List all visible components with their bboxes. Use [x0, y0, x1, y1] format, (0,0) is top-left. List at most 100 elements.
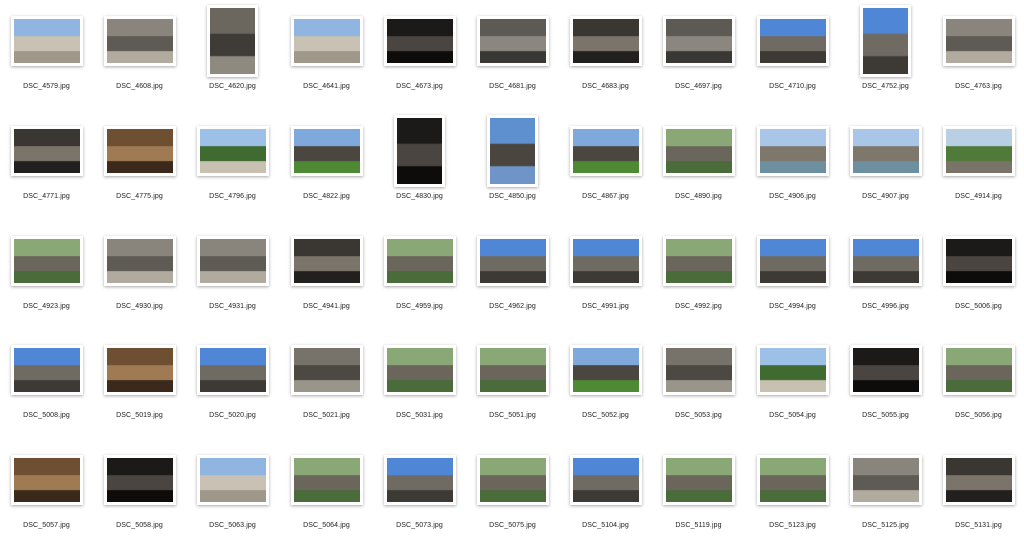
file-item[interactable]: DSC_5125.jpg [839, 439, 932, 543]
file-item[interactable]: DSC_5104.jpg [559, 439, 652, 543]
image-thumbnail[interactable] [569, 455, 642, 505]
file-item[interactable]: DSC_4931.jpg [186, 220, 279, 328]
file-item[interactable]: DSC_4941.jpg [280, 220, 373, 328]
image-thumbnail[interactable] [662, 126, 735, 176]
file-item[interactable]: DSC_4683.jpg [559, 0, 652, 108]
file-item[interactable]: DSC_4608.jpg [93, 0, 186, 108]
image-thumbnail[interactable] [662, 455, 735, 505]
file-item[interactable]: DSC_5064.jpg [280, 439, 373, 543]
image-thumbnail[interactable] [290, 455, 363, 505]
image-thumbnail[interactable] [290, 345, 363, 395]
image-thumbnail[interactable] [383, 236, 456, 286]
image-thumbnail[interactable] [103, 236, 176, 286]
image-thumbnail[interactable] [942, 455, 1015, 505]
file-item[interactable]: DSC_5075.jpg [466, 439, 559, 543]
file-item[interactable]: DSC_5031.jpg [373, 329, 466, 437]
image-thumbnail[interactable] [569, 126, 642, 176]
file-item[interactable]: DSC_4579.jpg [0, 0, 93, 108]
image-thumbnail[interactable] [196, 126, 269, 176]
image-thumbnail[interactable] [849, 345, 922, 395]
file-item[interactable]: DSC_5055.jpg [839, 329, 932, 437]
file-item[interactable]: DSC_4914.jpg [932, 110, 1024, 218]
file-item[interactable]: DSC_4620.jpg [186, 0, 279, 108]
file-item[interactable]: DSC_4771.jpg [0, 110, 93, 218]
file-item[interactable]: DSC_4996.jpg [839, 220, 932, 328]
image-thumbnail[interactable] [10, 16, 83, 66]
image-thumbnail[interactable] [196, 455, 269, 505]
image-thumbnail[interactable] [860, 5, 911, 77]
image-thumbnail[interactable] [476, 345, 549, 395]
file-item[interactable]: DSC_5056.jpg [932, 329, 1024, 437]
file-item[interactable]: DSC_5052.jpg [559, 329, 652, 437]
file-item[interactable]: DSC_5073.jpg [373, 439, 466, 543]
file-item[interactable]: DSC_4906.jpg [746, 110, 839, 218]
file-item[interactable]: DSC_5058.jpg [93, 439, 186, 543]
file-item[interactable]: DSC_4850.jpg [466, 110, 559, 218]
file-item[interactable]: DSC_4907.jpg [839, 110, 932, 218]
image-thumbnail[interactable] [942, 16, 1015, 66]
image-thumbnail[interactable] [394, 115, 445, 187]
image-thumbnail[interactable] [383, 455, 456, 505]
image-thumbnail[interactable] [476, 16, 549, 66]
image-thumbnail[interactable] [196, 236, 269, 286]
file-item[interactable]: DSC_5020.jpg [186, 329, 279, 437]
file-item[interactable]: DSC_4763.jpg [932, 0, 1024, 108]
image-thumbnail[interactable] [756, 236, 829, 286]
image-thumbnail[interactable] [10, 455, 83, 505]
file-item[interactable]: DSC_4710.jpg [746, 0, 839, 108]
image-thumbnail[interactable] [290, 126, 363, 176]
image-thumbnail[interactable] [103, 16, 176, 66]
image-thumbnail[interactable] [756, 455, 829, 505]
image-thumbnail[interactable] [103, 126, 176, 176]
image-thumbnail[interactable] [662, 345, 735, 395]
image-thumbnail[interactable] [756, 16, 829, 66]
image-thumbnail[interactable] [476, 455, 549, 505]
file-item[interactable]: DSC_5021.jpg [280, 329, 373, 437]
image-thumbnail[interactable] [103, 455, 176, 505]
image-thumbnail[interactable] [662, 236, 735, 286]
file-item[interactable]: DSC_5131.jpg [932, 439, 1024, 543]
image-thumbnail[interactable] [756, 345, 829, 395]
file-item[interactable]: DSC_4994.jpg [746, 220, 839, 328]
file-item[interactable]: DSC_4992.jpg [652, 220, 745, 328]
file-item[interactable]: DSC_4890.jpg [652, 110, 745, 218]
image-thumbnail[interactable] [103, 345, 176, 395]
image-thumbnail[interactable] [942, 126, 1015, 176]
image-thumbnail[interactable] [756, 126, 829, 176]
image-thumbnail[interactable] [942, 236, 1015, 286]
file-item[interactable]: DSC_4962.jpg [466, 220, 559, 328]
image-thumbnail[interactable] [569, 236, 642, 286]
image-thumbnail[interactable] [849, 455, 922, 505]
file-item[interactable]: DSC_4775.jpg [93, 110, 186, 218]
file-item[interactable]: DSC_4959.jpg [373, 220, 466, 328]
file-item[interactable]: DSC_4796.jpg [186, 110, 279, 218]
file-item[interactable]: DSC_4867.jpg [559, 110, 652, 218]
image-thumbnail[interactable] [662, 16, 735, 66]
file-item[interactable]: DSC_4991.jpg [559, 220, 652, 328]
image-thumbnail[interactable] [10, 126, 83, 176]
file-item[interactable]: DSC_4673.jpg [373, 0, 466, 108]
file-item[interactable]: DSC_5054.jpg [746, 329, 839, 437]
file-item[interactable]: DSC_5119.jpg [652, 439, 745, 543]
image-thumbnail[interactable] [942, 345, 1015, 395]
image-thumbnail[interactable] [383, 345, 456, 395]
image-thumbnail[interactable] [10, 236, 83, 286]
file-item[interactable]: DSC_4923.jpg [0, 220, 93, 328]
file-item[interactable]: DSC_4641.jpg [280, 0, 373, 108]
image-thumbnail[interactable] [290, 236, 363, 286]
file-item[interactable]: DSC_4830.jpg [373, 110, 466, 218]
file-item[interactable]: DSC_5019.jpg [93, 329, 186, 437]
file-item[interactable]: DSC_4697.jpg [652, 0, 745, 108]
image-thumbnail[interactable] [476, 236, 549, 286]
file-item[interactable]: DSC_4822.jpg [280, 110, 373, 218]
file-item[interactable]: DSC_5008.jpg [0, 329, 93, 437]
file-item[interactable]: DSC_5051.jpg [466, 329, 559, 437]
image-thumbnail[interactable] [849, 236, 922, 286]
image-thumbnail[interactable] [207, 5, 258, 77]
file-item[interactable]: DSC_4752.jpg [839, 0, 932, 108]
file-item[interactable]: DSC_5057.jpg [0, 439, 93, 543]
image-thumbnail[interactable] [569, 345, 642, 395]
image-thumbnail[interactable] [849, 126, 922, 176]
image-thumbnail[interactable] [569, 16, 642, 66]
file-item[interactable]: DSC_5063.jpg [186, 439, 279, 543]
